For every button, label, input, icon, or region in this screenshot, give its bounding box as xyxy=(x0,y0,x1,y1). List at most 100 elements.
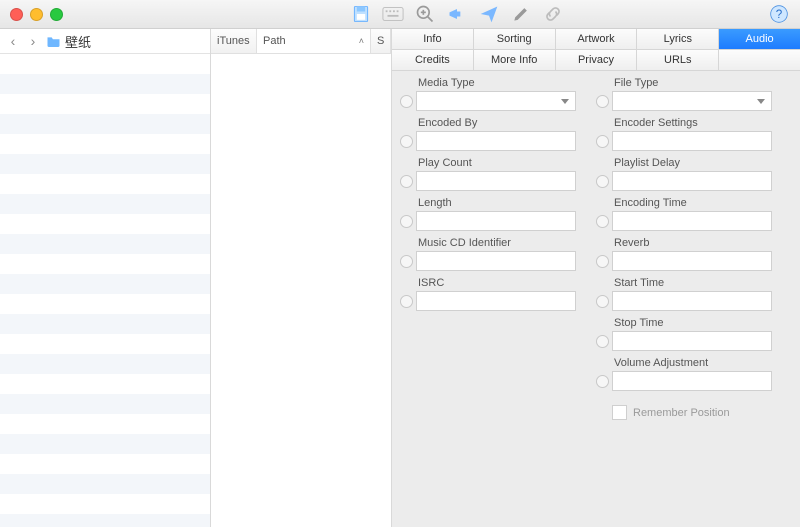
radio-isrc[interactable] xyxy=(400,295,413,308)
field-encoder-settings: Encoder Settings xyxy=(596,117,772,151)
form-grid: Media Type File Type Encoded By Encoder … xyxy=(400,77,772,420)
radio-length[interactable] xyxy=(400,215,413,228)
tab-row-2: Credits More Info Privacy URLs xyxy=(392,50,800,71)
field-playlist-delay: Playlist Delay xyxy=(596,157,772,191)
radio-reverb[interactable] xyxy=(596,255,609,268)
label-play-count: Play Count xyxy=(416,157,576,169)
window-controls xyxy=(0,8,63,21)
sort-ascending-icon: ˄ xyxy=(359,36,364,46)
field-start-time: Start Time xyxy=(596,277,772,311)
radio-stop-time[interactable] xyxy=(596,335,609,348)
radio-media-type[interactable] xyxy=(400,95,413,108)
form-area: Media Type File Type Encoded By Encoder … xyxy=(392,71,800,527)
remember-position-row: Remember Position xyxy=(596,405,772,420)
column-path[interactable]: Path ˄ xyxy=(257,29,371,53)
minimize-button[interactable] xyxy=(30,8,43,21)
field-encoding-time: Encoding Time xyxy=(596,197,772,231)
tab-more-info[interactable]: More Info xyxy=(474,50,556,70)
tabs: Info Sorting Artwork Lyrics Audio Credit… xyxy=(392,29,800,71)
tab-lyrics[interactable]: Lyrics xyxy=(637,29,719,49)
toolbar xyxy=(350,0,564,28)
column-third[interactable]: S xyxy=(371,29,391,53)
zoom-in-icon[interactable] xyxy=(414,3,436,25)
label-isrc: ISRC xyxy=(416,277,576,289)
radio-start-time[interactable] xyxy=(596,295,609,308)
tab-credits[interactable]: Credits xyxy=(392,50,474,70)
bullhorn-icon[interactable] xyxy=(446,3,468,25)
field-play-count: Play Count xyxy=(400,157,576,191)
remember-position-checkbox[interactable] xyxy=(612,405,627,420)
input-length[interactable] xyxy=(416,211,576,231)
input-music-cd-identifier[interactable] xyxy=(416,251,576,271)
radio-file-type[interactable] xyxy=(596,95,609,108)
input-encoded-by[interactable] xyxy=(416,131,576,151)
label-length: Length xyxy=(416,197,576,209)
tab-privacy[interactable]: Privacy xyxy=(556,50,638,70)
close-button[interactable] xyxy=(10,8,23,21)
remember-position-label: Remember Position xyxy=(633,407,730,419)
svg-text:?: ? xyxy=(776,8,783,21)
tab-info[interactable]: Info xyxy=(392,29,474,49)
radio-playlist-delay[interactable] xyxy=(596,175,609,188)
editor-panel: Info Sorting Artwork Lyrics Audio Credit… xyxy=(392,29,800,527)
label-start-time: Start Time xyxy=(612,277,772,289)
field-music-cd-identifier: Music CD Identifier xyxy=(400,237,576,271)
label-encoding-time: Encoding Time xyxy=(612,197,772,209)
nav-back-button[interactable]: ‹ xyxy=(6,33,20,49)
input-playlist-delay[interactable] xyxy=(612,171,772,191)
keyboard-icon[interactable] xyxy=(382,3,404,25)
paper-plane-icon[interactable] xyxy=(478,3,500,25)
field-stop-time: Stop Time xyxy=(596,317,772,351)
field-media-type: Media Type xyxy=(400,77,576,111)
field-reverb: Reverb xyxy=(596,237,772,271)
field-volume-adjustment: Volume Adjustment xyxy=(596,357,772,391)
zoom-button[interactable] xyxy=(50,8,63,21)
save-icon[interactable] xyxy=(350,3,372,25)
field-length: Length xyxy=(400,197,576,231)
folder-icon xyxy=(46,35,61,47)
label-encoded-by: Encoded By xyxy=(416,117,576,129)
folder-label: 壁纸 xyxy=(65,32,91,51)
field-file-type: File Type xyxy=(596,77,772,111)
current-folder[interactable]: 壁纸 xyxy=(46,32,91,51)
file-list[interactable] xyxy=(0,54,210,527)
label-media-type: Media Type xyxy=(416,77,576,89)
nav-forward-button[interactable]: › xyxy=(26,33,40,49)
sidebar-left: ‹ › 壁纸 xyxy=(0,29,211,527)
input-play-count[interactable] xyxy=(416,171,576,191)
track-list-body[interactable] xyxy=(211,54,391,527)
input-volume-adjustment[interactable] xyxy=(612,371,772,391)
label-file-type: File Type xyxy=(612,77,772,89)
column-headers: iTunes Path ˄ S xyxy=(211,29,391,54)
label-reverb: Reverb xyxy=(612,237,772,249)
tab-audio[interactable]: Audio xyxy=(719,29,800,49)
titlebar: ? xyxy=(0,0,800,29)
label-playlist-delay: Playlist Delay xyxy=(612,157,772,169)
radio-encoded-by[interactable] xyxy=(400,135,413,148)
input-encoding-time[interactable] xyxy=(612,211,772,231)
select-media-type[interactable] xyxy=(416,91,576,111)
pencil-icon[interactable] xyxy=(510,3,532,25)
breadcrumb: ‹ › 壁纸 xyxy=(0,29,210,54)
track-list: iTunes Path ˄ S xyxy=(211,29,392,527)
input-reverb[interactable] xyxy=(612,251,772,271)
link-icon[interactable] xyxy=(542,3,564,25)
radio-play-count[interactable] xyxy=(400,175,413,188)
input-encoder-settings[interactable] xyxy=(612,131,772,151)
help-icon[interactable]: ? xyxy=(768,3,790,25)
label-music-cd-identifier: Music CD Identifier xyxy=(416,237,576,249)
radio-encoder-settings[interactable] xyxy=(596,135,609,148)
input-isrc[interactable] xyxy=(416,291,576,311)
select-file-type[interactable] xyxy=(612,91,772,111)
label-stop-time: Stop Time xyxy=(612,317,772,329)
tab-urls[interactable]: URLs xyxy=(637,50,719,70)
tab-sorting[interactable]: Sorting xyxy=(474,29,556,49)
radio-encoding-time[interactable] xyxy=(596,215,609,228)
radio-music-cd-identifier[interactable] xyxy=(400,255,413,268)
column-itunes[interactable]: iTunes xyxy=(211,29,257,53)
input-stop-time[interactable] xyxy=(612,331,772,351)
input-start-time[interactable] xyxy=(612,291,772,311)
radio-volume-adjustment[interactable] xyxy=(596,375,609,388)
label-volume-adjustment: Volume Adjustment xyxy=(612,357,772,369)
tab-artwork[interactable]: Artwork xyxy=(556,29,638,49)
